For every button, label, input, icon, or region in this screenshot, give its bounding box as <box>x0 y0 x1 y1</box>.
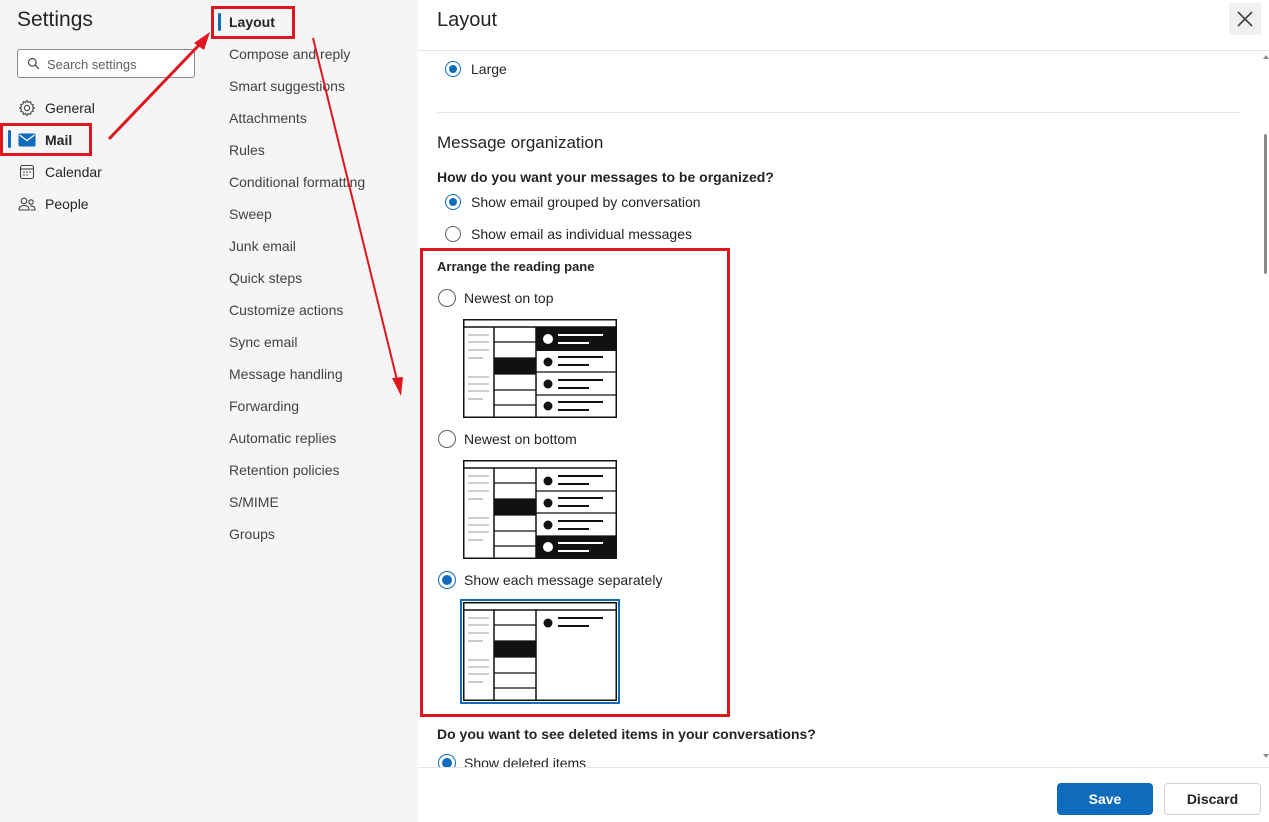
radio-label: Show email as individual messages <box>471 226 692 242</box>
category-label: General <box>45 100 95 116</box>
subcategory-conditional-formatting[interactable]: Conditional formatting <box>229 171 365 193</box>
category-label: Calendar <box>45 164 102 180</box>
scroll-down-icon[interactable] <box>1263 754 1269 758</box>
layout-settings-panel: Layout Large Message organization How do… <box>418 0 1269 822</box>
close-icon <box>1237 11 1253 27</box>
deleted-items-question: Do you want to see deleted items in your… <box>437 726 816 742</box>
radio-show-deleted-items[interactable]: Show deleted items <box>438 754 586 767</box>
subcategory-forwarding[interactable]: Forwarding <box>229 395 299 417</box>
category-label: People <box>45 196 89 212</box>
people-icon <box>17 194 37 214</box>
radio-button[interactable] <box>438 430 456 448</box>
subcategory-attachments[interactable]: Attachments <box>229 107 307 129</box>
show-separately-preview[interactable] <box>460 599 620 704</box>
subcategory-message-handling[interactable]: Message handling <box>229 363 343 385</box>
newest-on-top-preview[interactable] <box>463 319 617 418</box>
radio-button[interactable] <box>445 226 461 242</box>
subcategory-quick-steps[interactable]: Quick steps <box>229 267 302 289</box>
subcategory-retention-policies[interactable]: Retention policies <box>229 459 340 481</box>
radio-show-each-separately[interactable]: Show each message separately <box>438 571 662 589</box>
search-settings-box[interactable] <box>17 49 195 78</box>
search-input[interactable] <box>45 53 194 76</box>
radio-label: Large <box>471 61 507 77</box>
radio-button[interactable] <box>438 289 456 307</box>
subcategory-groups[interactable]: Groups <box>229 523 275 545</box>
radio-label: Newest on bottom <box>464 431 577 447</box>
message-organization-heading: Message organization <box>437 133 604 152</box>
subcategory-compose-and-reply[interactable]: Compose and reply <box>229 43 350 65</box>
radio-label: Newest on top <box>464 290 554 306</box>
settings-title: Settings <box>17 8 93 31</box>
category-label: Mail <box>45 132 73 148</box>
category-people[interactable]: People <box>17 191 89 217</box>
vertical-scrollbar[interactable] <box>1262 51 1269 767</box>
subcategory-rules[interactable]: Rules <box>229 139 265 161</box>
section-divider <box>437 112 1239 113</box>
radio-label: Show each message separately <box>464 572 663 588</box>
radio-individual-messages[interactable]: Show email as individual messages <box>445 226 692 242</box>
discard-button[interactable]: Discard <box>1164 783 1261 815</box>
radio-newest-on-top[interactable]: Newest on top <box>438 289 554 307</box>
scroll-up-icon[interactable] <box>1263 55 1269 59</box>
subcategory-sync-email[interactable]: Sync email <box>229 331 297 353</box>
selected-indicator <box>8 130 11 148</box>
radio-label: Show deleted items <box>464 755 587 767</box>
reading-pane-heading: Arrange the reading pane <box>437 259 595 274</box>
radio-button[interactable] <box>438 754 456 767</box>
radio-newest-on-bottom[interactable]: Newest on bottom <box>438 430 577 448</box>
mail-subcategory-pane: Layout Compose and reply Smart suggestio… <box>215 0 418 822</box>
subcategory-smime[interactable]: S/MIME <box>229 491 279 513</box>
radio-button[interactable] <box>438 571 456 589</box>
mail-icon <box>17 130 37 150</box>
radio-label: Show email grouped by conversation <box>471 194 701 210</box>
gear-icon <box>17 98 37 118</box>
category-calendar[interactable]: Calendar <box>17 159 102 185</box>
footer-divider <box>418 767 1269 768</box>
settings-scroll-content[interactable]: Large Message organization How do you wa… <box>418 51 1258 767</box>
category-general[interactable]: General <box>17 95 95 121</box>
newest-on-bottom-preview[interactable] <box>463 460 617 559</box>
subcategory-junk-email[interactable]: Junk email <box>229 235 296 257</box>
panel-title: Layout <box>437 9 498 31</box>
close-button[interactable] <box>1229 3 1261 35</box>
subcategory-layout[interactable]: Layout <box>229 11 275 33</box>
subcategory-smart-suggestions[interactable]: Smart suggestions <box>229 75 345 97</box>
radio-button[interactable] <box>445 61 461 77</box>
radio-text-size-large[interactable]: Large <box>445 61 507 77</box>
search-icon <box>27 57 40 70</box>
scrollbar-thumb[interactable] <box>1264 134 1267 274</box>
subcategory-automatic-replies[interactable]: Automatic replies <box>229 427 336 449</box>
radio-grouped-by-conversation[interactable]: Show email grouped by conversation <box>445 194 701 210</box>
subcategory-customize-actions[interactable]: Customize actions <box>229 299 343 321</box>
organization-question: How do you want your messages to be orga… <box>437 169 774 185</box>
subcategory-selected-indicator <box>218 13 221 31</box>
save-button[interactable]: Save <box>1057 783 1153 815</box>
radio-button[interactable] <box>445 194 461 210</box>
settings-category-pane: Settings General Mail <box>0 0 215 822</box>
category-mail[interactable]: Mail <box>17 127 72 153</box>
subcategory-sweep[interactable]: Sweep <box>229 203 272 225</box>
calendar-icon <box>17 162 37 182</box>
